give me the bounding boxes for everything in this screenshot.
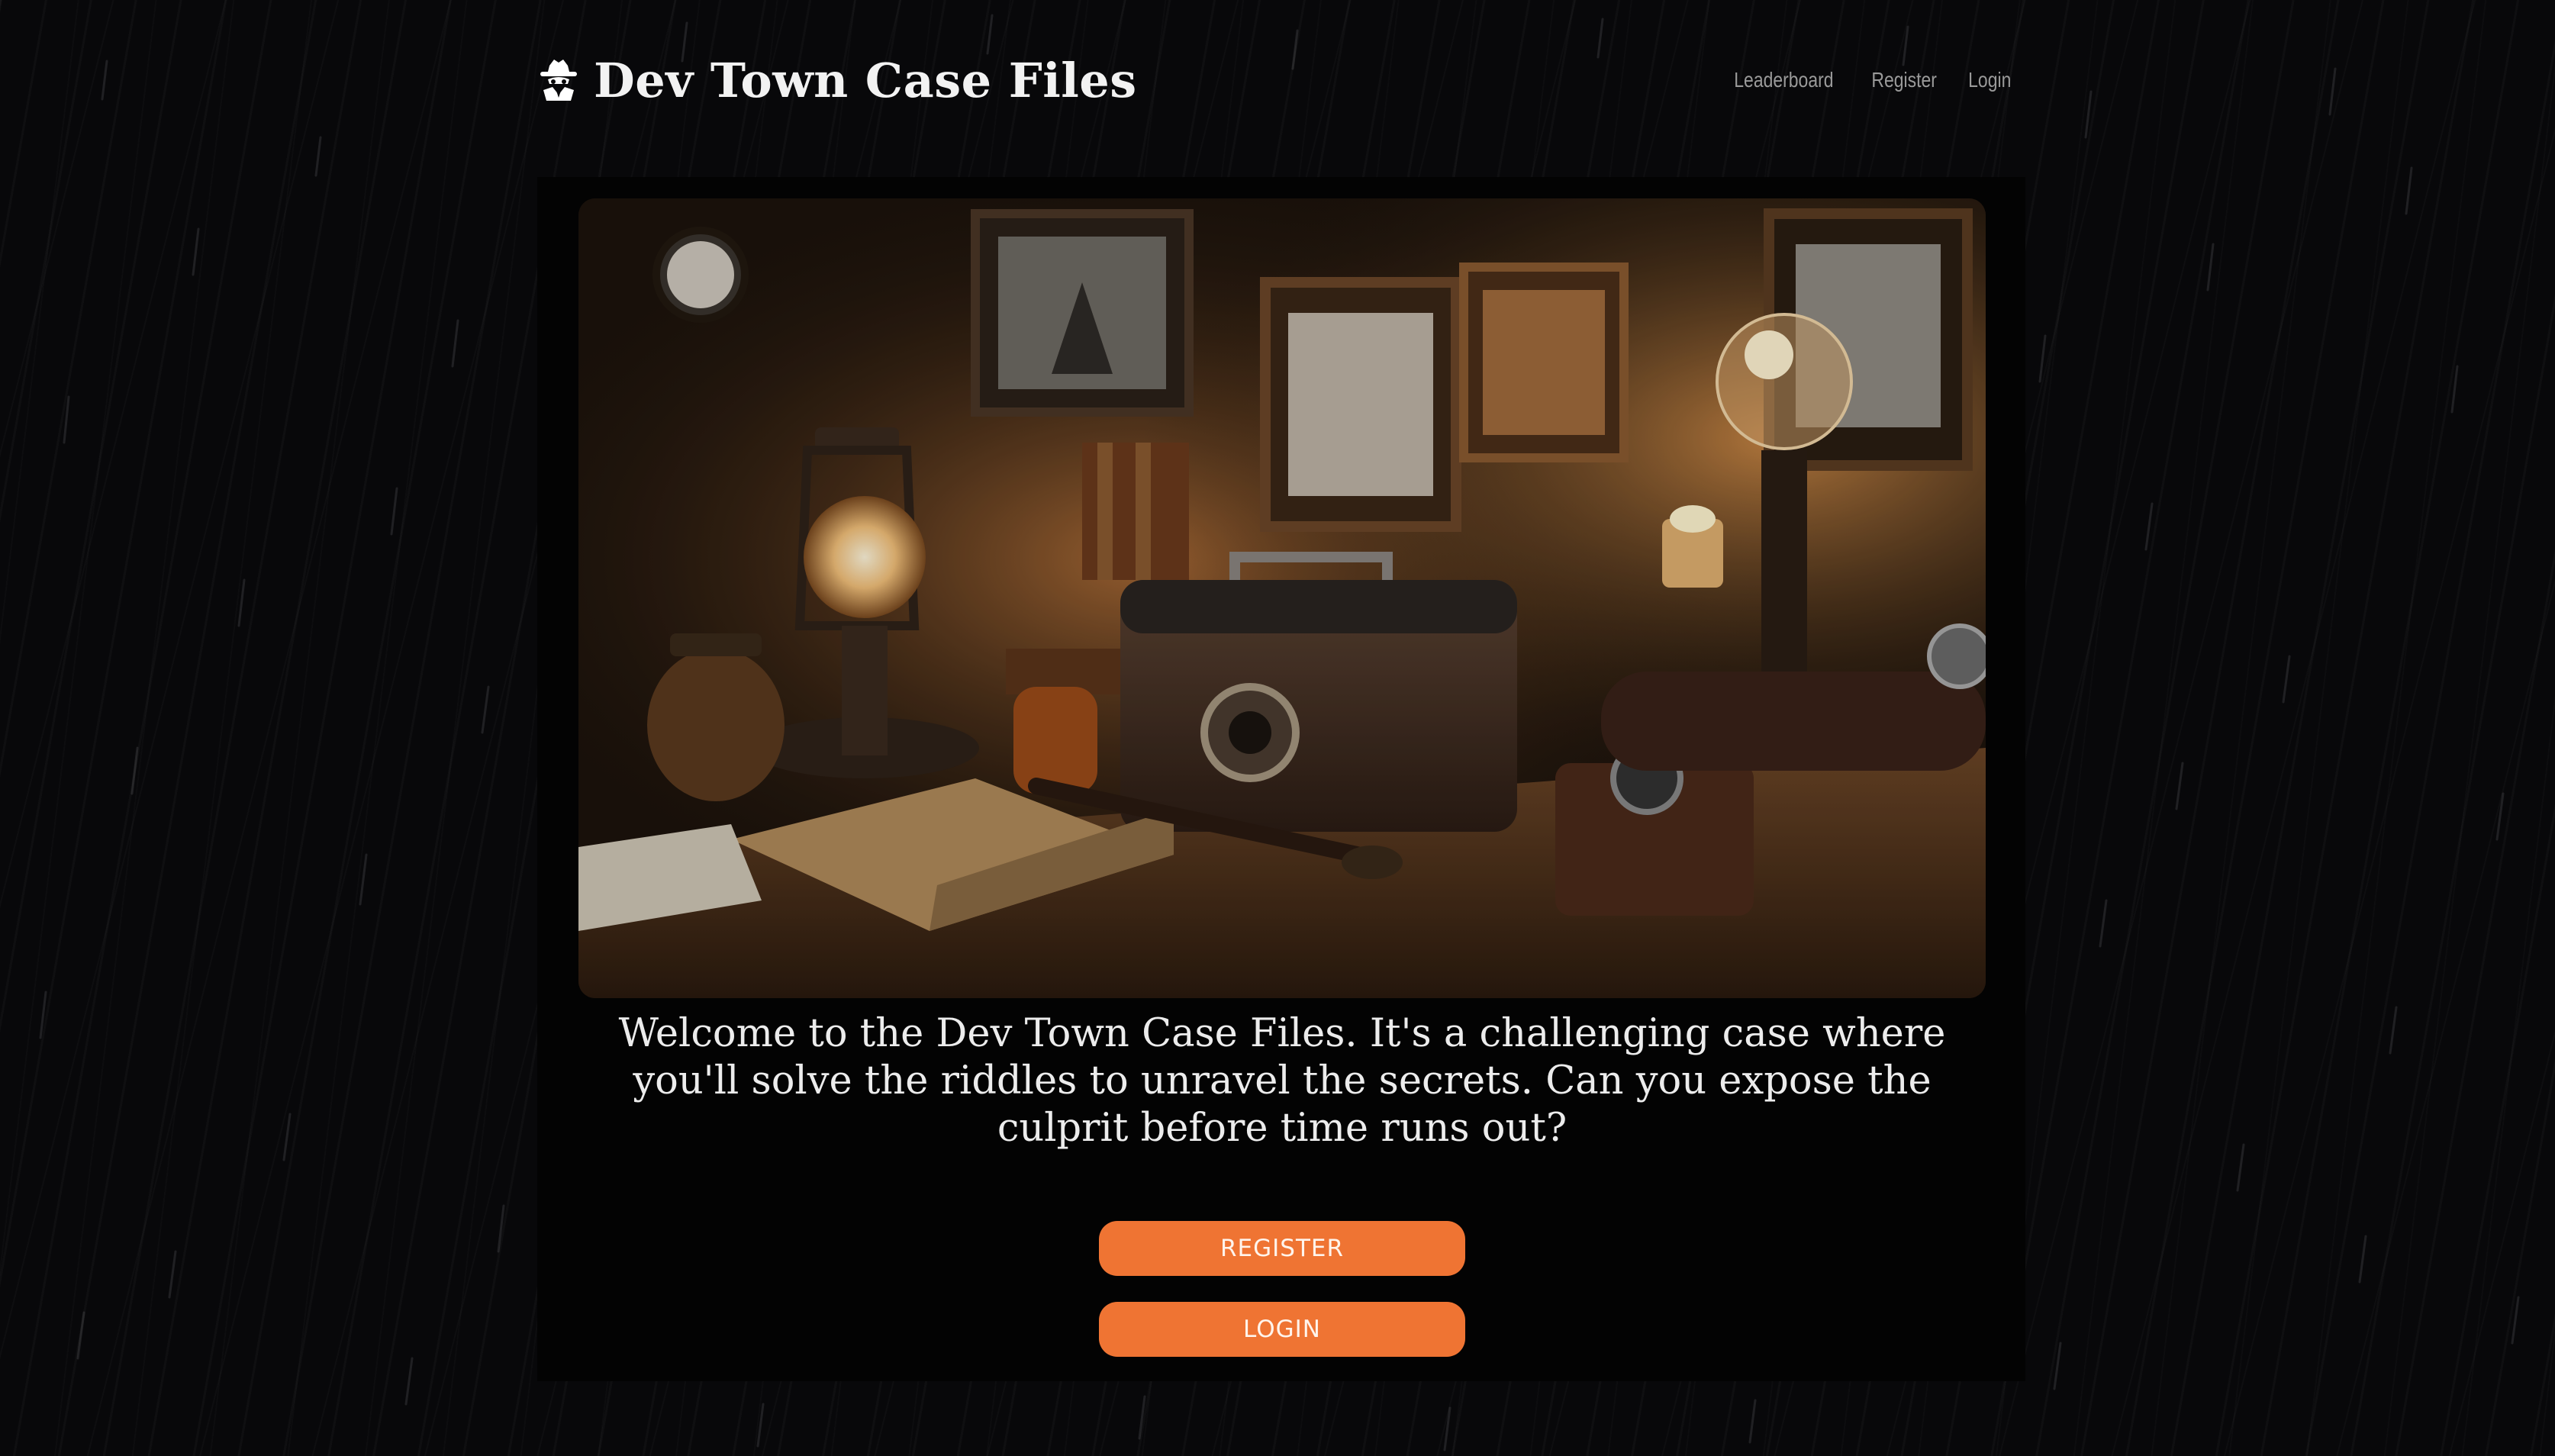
intro-text: Welcome to the Dev Town Case Files. It's… <box>618 1011 1946 1151</box>
nav-login-link[interactable]: Login <box>1969 68 2012 92</box>
nav-register-link[interactable]: Register <box>1872 68 1937 92</box>
site-title: Dev Town Case Files <box>594 52 1137 108</box>
login-button[interactable]: LOGIN <box>1099 1302 1465 1357</box>
top-nav: Leaderboard Register Login <box>1723 46 2016 114</box>
detective-icon <box>540 60 577 101</box>
page: Dev Town Case Files Leaderboard Register… <box>0 0 2555 1456</box>
brand[interactable]: Dev Town Case Files <box>537 46 1137 114</box>
register-button[interactable]: REGISTER <box>1099 1221 1465 1276</box>
site-header: Dev Town Case Files Leaderboard Register… <box>537 46 2016 114</box>
nav-leaderboard-link[interactable]: Leaderboard <box>1735 68 1834 92</box>
detective-desk-illustration <box>578 198 1986 998</box>
main-card: Welcome to the Dev Town Case Files. It's… <box>537 177 2025 1381</box>
hero-image <box>578 198 1986 998</box>
